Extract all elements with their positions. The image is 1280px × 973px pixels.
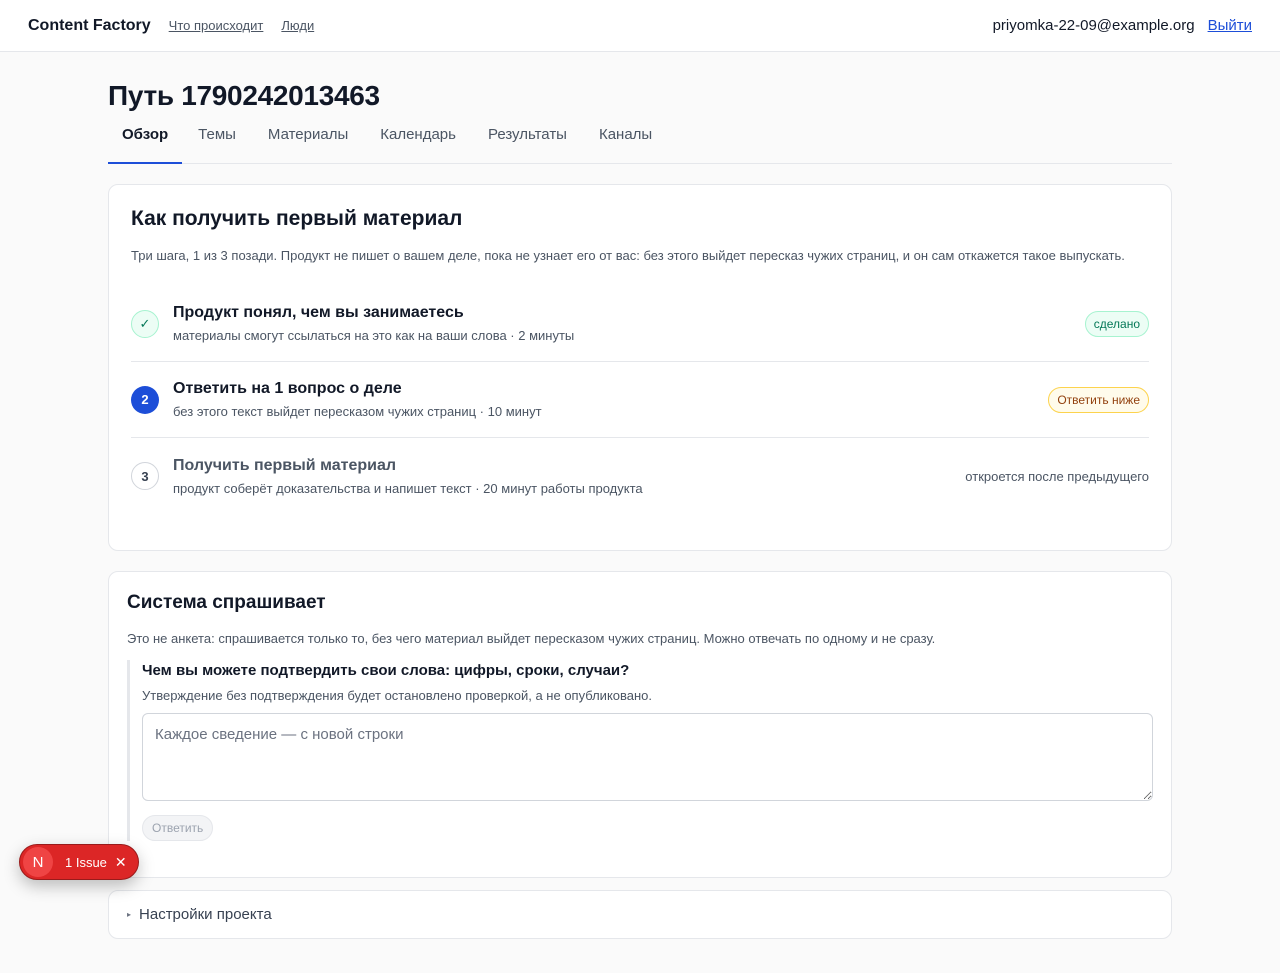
step-subtitle: продукт соберёт доказательства и напишет… bbox=[173, 480, 643, 496]
project-settings-label: Настройки проекта bbox=[139, 906, 272, 923]
onboarding-description: Три шага, 1 из 3 позади. Продукт не пише… bbox=[131, 248, 1125, 263]
steps-list: ✓ Продукт понял, чем вы занимаетесь мате… bbox=[131, 286, 1149, 514]
tab-label: Материалы bbox=[267, 126, 349, 143]
step-title: Продукт понял, чем вы занимаетесь bbox=[173, 304, 464, 321]
issue-count[interactable]: 1 Issue bbox=[65, 855, 107, 870]
step-number-badge: 3 bbox=[131, 462, 159, 490]
nav-link-activity[interactable]: Что происходит bbox=[169, 18, 264, 33]
page-title: Путь 1790242013463 bbox=[108, 80, 380, 111]
disclosure-triangle-icon: ▸ bbox=[127, 910, 132, 919]
close-icon[interactable]: ✕ bbox=[115, 854, 127, 871]
answer-textarea[interactable] bbox=[142, 713, 1153, 801]
answer-below-button[interactable]: Ответить ниже bbox=[1048, 386, 1149, 413]
system-asks-card: Система спрашивает Это не анкета: спраши… bbox=[108, 571, 1172, 878]
project-settings-toggle[interactable]: ▸ Настройки проекта bbox=[108, 890, 1172, 939]
top-bar: Content Factory Что происходит Люди priy… bbox=[0, 0, 1280, 52]
next-logo-icon: N bbox=[23, 847, 53, 877]
onboarding-title: Как получить первый материал bbox=[131, 207, 463, 230]
submit-answer-button[interactable]: Ответить bbox=[142, 815, 214, 841]
tab-overview[interactable]: Обзор bbox=[108, 126, 183, 164]
tab-bar: Обзор Темы Материалы Календарь Результат… bbox=[108, 126, 1172, 164]
tab-topics[interactable]: Темы bbox=[182, 126, 252, 164]
step-subtitle: материалы смогут ссылаться на это как на… bbox=[173, 328, 575, 343]
step-subtitle: без этого текст выйдет пересказом чужих … bbox=[173, 404, 542, 419]
step-item-done: ✓ Продукт понял, чем вы занимаетесь мате… bbox=[131, 286, 1149, 362]
system-asks-title: Система спрашивает bbox=[127, 592, 326, 613]
step-title: Ответить на 1 вопрос о деле bbox=[173, 380, 402, 397]
issue-indicator[interactable]: N 1 Issue ✕ bbox=[19, 844, 139, 880]
question-hint: Утверждение без подтверждения будет оста… bbox=[142, 688, 653, 703]
tab-channels[interactable]: Каналы bbox=[583, 126, 668, 164]
logout-link[interactable]: Выйти bbox=[1208, 17, 1252, 34]
status-badge-done: сделано bbox=[1084, 310, 1149, 337]
step-text: Ответить на 1 вопрос о деле без этого те… bbox=[173, 380, 542, 419]
tab-label: Результаты bbox=[487, 126, 567, 143]
brand-logo[interactable]: Content Factory bbox=[28, 17, 151, 35]
tab-label: Каналы bbox=[598, 126, 653, 143]
tab-label: Календарь bbox=[380, 126, 456, 143]
step-item-locked: 3 Получить первый материал продукт собер… bbox=[131, 438, 1149, 514]
tab-label: Темы bbox=[198, 126, 236, 143]
check-icon: ✓ bbox=[131, 309, 159, 338]
step-left: 2 Ответить на 1 вопрос о деле без этого … bbox=[131, 380, 542, 419]
question-block: Чем вы можете подтвердить свои слова: ци… bbox=[127, 660, 1153, 841]
system-asks-description: Это не анкета: спрашивается только то, б… bbox=[127, 631, 936, 646]
tab-results[interactable]: Результаты bbox=[472, 126, 583, 164]
user-email: priyomka-22-09@example.org bbox=[992, 17, 1195, 34]
step-left: 3 Получить первый материал продукт собер… bbox=[131, 457, 643, 496]
nav-link-people[interactable]: Люди bbox=[281, 18, 314, 33]
main-content: Путь 1790242013463 Обзор Темы Материалы … bbox=[108, 80, 1172, 939]
top-bar-right: priyomka-22-09@example.org Выйти bbox=[993, 17, 1252, 34]
step-locked-note: откроется после предыдущего bbox=[965, 468, 1149, 484]
step-number-badge: 2 bbox=[131, 385, 159, 414]
step-text: Продукт понял, чем вы занимаетесь матери… bbox=[173, 304, 574, 343]
step-text: Получить первый материал продукт соберёт… bbox=[173, 457, 643, 496]
onboarding-card: Как получить первый материал Три шага, 1… bbox=[108, 184, 1172, 551]
tab-materials[interactable]: Материалы bbox=[252, 126, 364, 164]
question-title: Чем вы можете подтвердить свои слова: ци… bbox=[142, 662, 630, 679]
step-left: ✓ Продукт понял, чем вы занимаетесь мате… bbox=[131, 304, 574, 343]
step-item-current: 2 Ответить на 1 вопрос о деле без этого … bbox=[131, 362, 1149, 438]
top-bar-left: Content Factory Что происходит Люди bbox=[28, 17, 332, 35]
tab-calendar[interactable]: Календарь bbox=[364, 126, 472, 164]
tab-label: Обзор bbox=[122, 126, 169, 143]
step-title: Получить первый материал bbox=[173, 456, 397, 474]
